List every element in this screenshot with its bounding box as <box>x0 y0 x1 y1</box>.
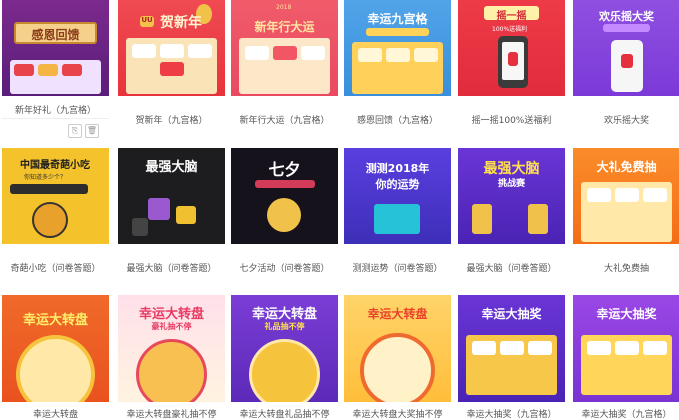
template-card[interactable]: 感恩回馈 新年好礼（九宫格） ⎘ 🗑 <box>2 0 109 145</box>
template-caption: 最强大脑（问卷答题） <box>126 264 217 274</box>
thumbnail-badge: UU <box>140 16 154 27</box>
thumbnail-headline: 中国最奇葩小吃 <box>20 160 90 171</box>
thumbnail-headline: 摇一摇 <box>496 11 527 22</box>
template-caption: 贺新年（九宫格） <box>135 116 208 125</box>
template-card[interactable]: 最强大脑 最强大脑（问卷答题） <box>118 148 225 278</box>
thumbnail-headline: 幸运大抽奖 <box>481 307 542 321</box>
template-card[interactable]: 测测2018年 你的运势 测测运势（问卷答题） <box>344 148 451 278</box>
thumbnail-subhead: 豪礼抽不停 <box>151 322 192 331</box>
template-caption: 幸运大转盘礼品抽不停 <box>239 410 330 420</box>
template-thumbnail: 七夕 <box>231 148 338 244</box>
template-card[interactable]: 2018 新年行大运 新年行大运（九宫格） <box>231 0 338 125</box>
template-card[interactable]: 最强大脑 挑战赛 最强大脑（问卷答题） <box>458 148 565 278</box>
thumbnail-subhead: 你知道多少个？ <box>24 174 67 181</box>
thumbnail-headline: 幸运大抽奖 <box>596 307 657 321</box>
template-card[interactable]: 幸运大转盘 豪礼抽不停 幸运大转盘豪礼抽不停 <box>118 295 225 420</box>
template-caption: 幸运大转盘豪礼抽不停 <box>126 410 217 420</box>
thumbnail-headline: 最强大脑 <box>483 161 540 177</box>
template-thumbnail: 幸运大抽奖 <box>573 295 679 402</box>
template-caption: 新年好礼（九宫格） <box>14 106 96 116</box>
template-thumbnail: 幸运大转盘 <box>344 295 451 402</box>
template-thumbnail: 幸运大转盘 <box>2 295 109 402</box>
template-caption: 新年行大运（九宫格） <box>239 116 330 125</box>
template-thumbnail: 摇一摇 100%送福利 <box>458 0 565 96</box>
template-thumbnail: 幸运大转盘 豪礼抽不停 <box>118 295 225 402</box>
template-thumbnail: 幸运大抽奖 <box>458 295 565 402</box>
template-caption: 幸运大抽奖（九宫格） <box>581 410 672 420</box>
thumbnail-headline: 测测2018年 <box>365 162 430 175</box>
thumbnail-headline: 贺新年 <box>160 15 202 31</box>
template-card[interactable]: UU 贺新年 贺新年（九宫格） <box>118 0 225 125</box>
template-thumbnail: 大礼免费抽 <box>573 148 679 244</box>
template-card[interactable]: 大礼免费抽 大礼免费抽 <box>573 148 679 278</box>
template-caption: 最强大脑（问卷答题） <box>466 264 557 274</box>
thumbnail-headline: 幸运大转盘 <box>367 307 428 321</box>
thumbnail-headline: 最强大脑 <box>145 160 198 175</box>
template-card[interactable]: 中国最奇葩小吃 你知道多少个？ 奇葩小吃（问卷答题） <box>2 148 109 278</box>
template-thumbnail: 最强大脑 挑战赛 <box>458 148 565 244</box>
template-caption: 大礼免费抽 <box>603 264 649 274</box>
template-caption: 幸运大转盘大奖抽不停 <box>352 410 443 420</box>
thumbnail-headline: 幸运九宫格 <box>367 12 428 26</box>
template-thumbnail: UU 贺新年 <box>118 0 225 96</box>
thumbnail-headline: 感恩回馈 <box>31 28 80 42</box>
template-card[interactable]: 幸运大转盘 礼品抽不停 幸运大转盘礼品抽不停 <box>231 295 338 420</box>
thumbnail-headline: 七夕 <box>268 160 301 179</box>
template-caption: 测测运势（问卷答题） <box>352 264 443 274</box>
template-thumbnail: 幸运九宫格 <box>344 0 451 96</box>
template-thumbnail: 2018 新年行大运 <box>231 0 338 96</box>
copy-button[interactable]: ⎘ <box>68 124 82 138</box>
template-card[interactable]: 幸运大转盘 幸运大转盘大奖抽不停 <box>344 295 451 420</box>
template-caption: 摇一摇100%送福利 <box>471 116 552 125</box>
template-thumbnail: 测测2018年 你的运势 <box>344 148 451 244</box>
template-caption: 幸运大抽奖（九宫格） <box>466 410 557 420</box>
template-caption: 七夕活动（问卷答题） <box>239 264 330 274</box>
template-card[interactable]: 幸运大抽奖 幸运大抽奖（九宫格） <box>458 295 565 420</box>
template-card[interactable]: 七夕 七夕活动（问卷答题） <box>231 148 338 278</box>
template-thumbnail: 感恩回馈 <box>2 0 109 96</box>
template-card[interactable]: 欢乐摇大奖 欢乐摇大奖 <box>573 0 679 125</box>
template-thumbnail: 中国最奇葩小吃 你知道多少个？ <box>2 148 109 244</box>
template-thumbnail: 幸运大转盘 礼品抽不停 <box>231 295 338 402</box>
template-thumbnail: 最强大脑 <box>118 148 225 244</box>
thumbnail-subhead: 100%送福利 <box>492 26 528 33</box>
template-card[interactable]: 幸运大转盘 幸运大转盘 <box>2 295 109 420</box>
thumbnail-headline: 新年行大运 <box>254 20 315 34</box>
thumbnail-tag: 2018 <box>276 4 292 11</box>
template-thumbnail: 欢乐摇大奖 <box>573 0 679 96</box>
template-grid: 感恩回馈 新年好礼（九宫格） ⎘ 🗑 UU 贺新年 贺新年（九宫格） 2018 … <box>0 0 679 420</box>
thumbnail-subhead: 你的运势 <box>375 178 420 191</box>
delete-button[interactable]: 🗑 <box>85 124 99 138</box>
thumbnail-headline: 幸运大转盘 <box>251 307 317 322</box>
template-caption: 幸运大转盘 <box>32 410 78 420</box>
thumbnail-headline: 欢乐摇大奖 <box>599 10 654 23</box>
thumbnail-subhead: 挑战赛 <box>497 179 525 189</box>
thumbnail-headline: 幸运大转盘 <box>138 307 204 322</box>
thumbnail-subhead: 礼品抽不停 <box>264 322 305 331</box>
thumbnail-headline: 大礼免费抽 <box>596 160 657 174</box>
template-card[interactable]: 幸运大抽奖 幸运大抽奖（九宫格） <box>573 295 679 420</box>
template-card[interactable]: 摇一摇 100%送福利 摇一摇100%送福利 <box>458 0 565 125</box>
template-card[interactable]: 幸运九宫格 感恩回馈（九宫格） <box>344 0 451 125</box>
thumbnail-headline: 幸运大转盘 <box>22 313 88 328</box>
card-action-bar: ⎘ 🗑 <box>2 118 109 142</box>
template-caption: 奇葩小吃（问卷答题） <box>10 264 101 274</box>
template-caption: 感恩回馈（九宫格） <box>356 116 438 125</box>
template-caption: 欢乐摇大奖 <box>603 116 649 125</box>
